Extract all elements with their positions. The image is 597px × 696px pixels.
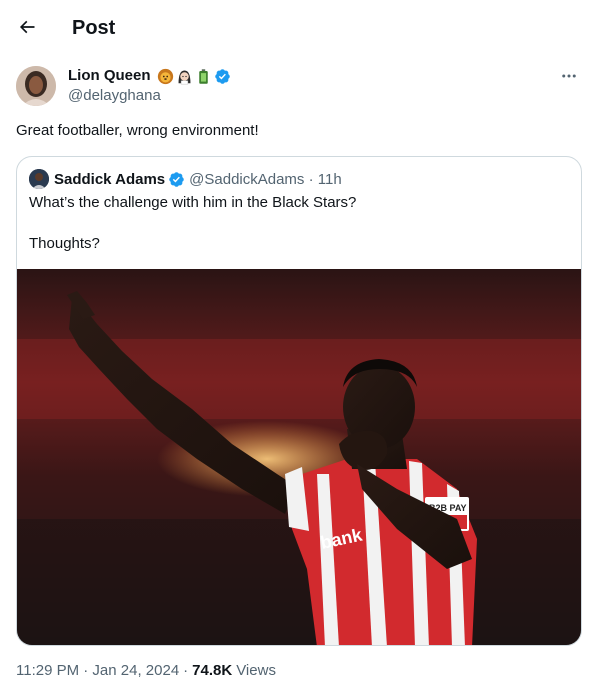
quoted-text-line2: Thoughts? xyxy=(29,235,100,252)
post-author: Lion Queen @delayghana xyxy=(16,64,581,108)
post-timestamp[interactable]: 11:29 PM · Jan 24, 2024 xyxy=(16,661,179,681)
lion-emoji-icon xyxy=(157,68,173,84)
page-title: Post xyxy=(72,17,116,39)
quoted-media-photo[interactable]: B2B PAY bank xyxy=(17,269,581,645)
separator-dot: · xyxy=(183,662,189,679)
post-text: Great footballer, wrong environment! xyxy=(16,122,259,139)
quoted-text-line1: What’s the challenge with him in the Bla… xyxy=(29,194,357,211)
verified-badge-icon xyxy=(214,68,230,84)
more-options-button[interactable] xyxy=(557,64,581,88)
quoted-meta: @SaddickAdams · 11h xyxy=(189,170,342,188)
views-label: Views xyxy=(236,662,276,679)
quoted-post[interactable]: Saddick Adams @SaddickAdams · 11h What’s… xyxy=(16,156,582,646)
more-dots-icon xyxy=(562,74,576,78)
quoted-author-avatar xyxy=(29,169,49,189)
author-handle[interactable]: @delayghana xyxy=(68,86,231,106)
author-avatar[interactable] xyxy=(16,66,56,106)
quoted-author-name: Saddick Adams xyxy=(54,170,166,188)
back-arrow-icon xyxy=(19,20,35,34)
top-bar: Post xyxy=(0,0,597,56)
verified-badge-icon xyxy=(169,171,184,187)
post-meta: 11:29 PM · Jan 24, 2024 · 74.8K Views xyxy=(16,661,276,681)
author-name[interactable]: Lion Queen xyxy=(68,66,151,86)
views-count: 74.8K xyxy=(192,662,233,679)
woman-emoji-icon xyxy=(178,70,190,84)
battery-emoji-icon xyxy=(198,68,208,84)
back-button[interactable] xyxy=(10,10,44,44)
